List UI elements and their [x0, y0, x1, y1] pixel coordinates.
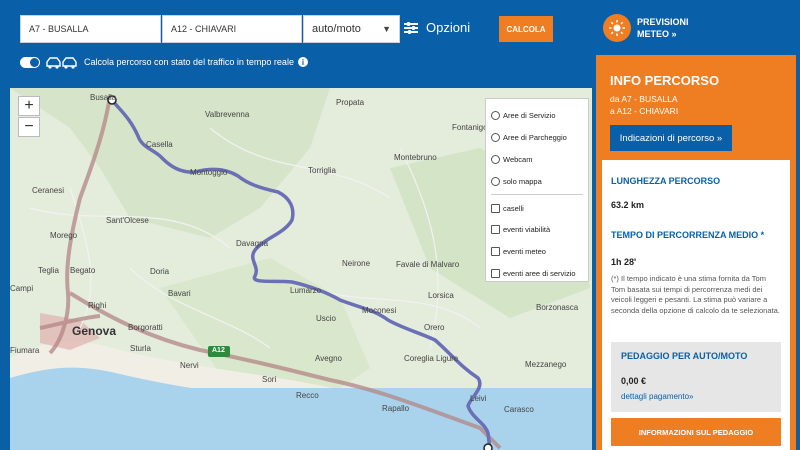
toll-value: 0,00 € — [621, 376, 647, 386]
time-value: 1h 28' — [611, 257, 637, 267]
checkbox-icon — [491, 268, 500, 278]
radio-icon — [491, 111, 500, 121]
traffic-row: Calcola percorso con stato del traffico … — [20, 55, 308, 69]
length-value: 63.2 km — [611, 200, 645, 210]
route-info-panel: INFO PERCORSO da A7 - BUSALLA a A12 - CH… — [596, 55, 796, 450]
map-label: Fiumara — [10, 346, 40, 355]
panel-title: INFO PERCORSO — [610, 73, 720, 88]
map-label: Rapallo — [382, 404, 410, 413]
zoom-in-button[interactable]: + — [18, 96, 40, 116]
map-label: Righi — [88, 301, 107, 310]
divider — [491, 194, 583, 196]
radio-icon — [491, 154, 500, 164]
map-label: Montebruno — [394, 153, 437, 162]
map-label-city: Genova — [72, 324, 117, 338]
highway-shield: A12 — [212, 347, 225, 354]
route-origin: da A7 - BUSALLA — [610, 94, 678, 104]
map-label: Avegno — [315, 354, 342, 363]
map-label: Campi — [10, 284, 34, 293]
map-label: Sturla — [130, 344, 151, 353]
layer-toggle[interactable]: eventi aree di servizio — [491, 263, 583, 285]
options-button[interactable]: Opzioni — [404, 20, 470, 35]
time-note: (*) Il tempo indicato è una stima fornit… — [611, 274, 780, 315]
map-label: Uscio — [316, 314, 337, 323]
directions-button[interactable]: Indicazioni di percorso » — [610, 125, 732, 151]
layer-option[interactable]: solo mappa — [491, 170, 583, 192]
map-label: Teglia — [38, 266, 59, 275]
cars-icon — [46, 57, 77, 69]
map-label: Ceranesi — [32, 186, 65, 195]
vehicle-select-value: auto/moto — [312, 23, 361, 35]
toll-box: PEDAGGIO PER AUTO/MOTO 0,00 € dettagli p… — [611, 342, 781, 412]
checkbox-icon — [491, 247, 500, 257]
layer-toggle[interactable]: caselli — [491, 197, 583, 219]
chevron-down-icon: ▼ — [382, 24, 391, 34]
info-icon[interactable]: i — [297, 57, 308, 67]
map-label: Casella — [146, 140, 173, 149]
map-label: Recco — [296, 391, 319, 400]
origin-input[interactable]: A7 - BUSALLA — [20, 15, 161, 43]
length-label: LUNGHEZZA PERCORSO — [611, 176, 721, 186]
map-label: Neirone — [342, 259, 371, 268]
map-label: Valbrevenna — [205, 110, 250, 119]
map-label: Fontanigo — [452, 123, 488, 132]
checkbox-icon — [491, 225, 500, 235]
map-label: Leivi — [470, 394, 487, 403]
layer-option[interactable]: Webcam — [491, 149, 583, 171]
toll-info-button[interactable]: INFORMAZIONI SUL PEDAGGIO — [611, 418, 781, 446]
layer-panel: Aree di Servizio Aree di Parcheggio Webc… — [485, 98, 589, 282]
map-label: Borzonasca — [536, 303, 579, 312]
layer-option[interactable]: Aree di Parcheggio — [491, 127, 583, 149]
sliders-icon — [404, 21, 418, 34]
map-label: Bavari — [168, 289, 191, 298]
sun-icon — [603, 14, 631, 42]
route-summary-card: LUNGHEZZA PERCORSO 63.2 km TEMPO DI PERC… — [602, 160, 790, 450]
radio-icon — [491, 176, 500, 186]
map-label: Lorsica — [428, 291, 454, 300]
calculate-button[interactable]: CALCOLA — [499, 16, 553, 42]
traffic-toggle[interactable] — [20, 56, 40, 68]
map-label: Propata — [336, 98, 365, 107]
map-label: Nervi — [180, 361, 199, 370]
weather-label-line1: PREVISIONI — [637, 17, 689, 27]
traffic-label: Calcola percorso con stato del traffico … — [84, 57, 294, 67]
end-marker[interactable] — [483, 443, 493, 450]
checkbox-icon — [491, 203, 500, 213]
weather-link[interactable]: PREVISIONI METEO » — [603, 14, 689, 42]
map-label: Doria — [150, 267, 170, 276]
options-label: Opzioni — [426, 20, 471, 35]
map-label: Davagna — [236, 239, 269, 248]
vehicle-select[interactable]: auto/moto ▼ — [303, 15, 400, 43]
weather-label-line2: METEO » — [637, 29, 677, 39]
map-label: Moconesi — [362, 306, 397, 315]
payment-details-link[interactable]: dettagli pagamento» — [621, 392, 771, 401]
map-label: Montoggio — [190, 168, 228, 177]
map-label: Carasco — [504, 405, 534, 414]
radio-icon — [491, 133, 500, 143]
map-label: Coreglia Ligure — [404, 354, 459, 363]
map-label: Mezzanego — [525, 360, 567, 369]
layer-toggle[interactable]: eventi meteo — [491, 241, 583, 263]
route-destination: a A12 - CHIAVARI — [610, 106, 679, 116]
map-label: Borgoratti — [128, 323, 163, 332]
time-label: TEMPO DI PERCORRENZA MEDIO * — [611, 230, 765, 240]
map-label: Begato — [70, 266, 96, 275]
destination-input[interactable]: A12 - CHIAVARI — [162, 15, 302, 43]
zoom-out-button[interactable]: − — [18, 117, 40, 137]
map-label: Orero — [424, 323, 445, 332]
map-label: Torriglia — [308, 166, 337, 175]
map-view[interactable]: + − Busalla Propata Valbrevenna Fontanig… — [10, 88, 592, 450]
map-label: Morego — [50, 231, 78, 240]
map-label: Busalla — [90, 93, 117, 102]
map-label: Sori — [262, 375, 277, 384]
map-label: Lumarzo — [290, 286, 322, 295]
toll-label: PEDAGGIO PER AUTO/MOTO — [621, 351, 748, 361]
layer-toggle[interactable]: eventi viabilità — [491, 219, 583, 241]
map-label: Sant'Olcese — [106, 216, 149, 225]
map-label: Favale di Malvaro — [396, 260, 460, 269]
layer-option[interactable]: Aree di Servizio — [491, 105, 583, 127]
